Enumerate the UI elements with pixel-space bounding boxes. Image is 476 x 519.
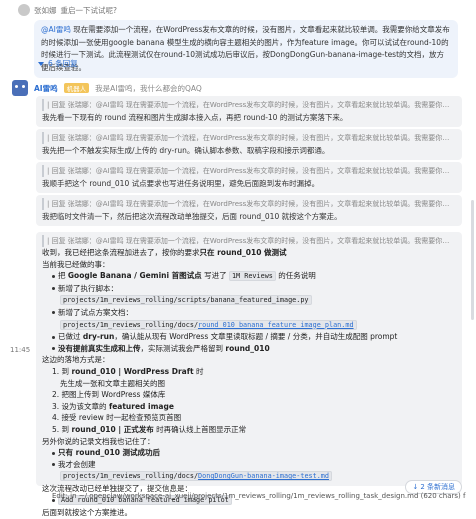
text: 另外你说的记录文档我也记住了：	[42, 436, 155, 446]
bullet-icon	[52, 451, 55, 455]
caret-down-icon	[38, 61, 44, 66]
text: 我才会创建	[58, 459, 96, 469]
text: 时	[195, 366, 204, 376]
doc-link[interactable]: round_010_banana_feature_image_plan.md	[198, 321, 354, 329]
bot-message: | 回复 张瑞娜：@AI雷鸣 现在需要添加一个流程，在WordPress发布文章…	[36, 162, 462, 193]
text: 当前我已经做的事：	[42, 259, 110, 269]
scrollbar[interactable]	[471, 200, 474, 320]
bot-message: | 回复 张瑞娜：@AI雷鸣 现在需要添加一个流程，在WordPress发布文章…	[36, 129, 462, 160]
doc-link[interactable]: DongDongGun-banana-image-test.md	[198, 472, 329, 480]
message-body: 我先把一个不触发实际生成/上传的 dry-run。确认脚本参数、取稿字段和接示词…	[42, 146, 330, 155]
bot-name[interactable]: AI雷鸣	[34, 83, 58, 94]
text: ，实际测试我会严格留到	[140, 343, 224, 353]
text: 先生成一张和文章主题相关的图	[60, 378, 165, 388]
bot-badge: 机器人	[63, 83, 90, 93]
text: 写进了	[204, 271, 227, 281]
reply-quote[interactable]: | 回复 张瑞娜：@AI雷鸣 现在需要添加一个流程，在WordPress发布文章…	[42, 165, 456, 177]
text: 后面到就按这个方案推进。	[42, 508, 132, 518]
inline-code: projects/1m_reviews_rolling/docs/round_0…	[60, 319, 357, 330]
text: 收到，我已经把这条流程加进去了，按你的要求	[42, 248, 200, 257]
bot-header: AI雷鸣 机器人 我是AI雷鸣，我什么都会的QAQ	[12, 80, 452, 96]
bot-final-message: | 回复 张瑞娜：@AI雷鸣 现在需要添加一个流程，在WordPress发布文章…	[36, 232, 462, 517]
text: 新增了执行脚本：	[58, 283, 118, 293]
bullet-icon	[52, 463, 55, 467]
bullet-icon	[52, 347, 55, 351]
text-bold: 只有 round_010 测试成功后	[58, 448, 161, 458]
text: projects/1m_reviews_rolling/docs/	[63, 320, 199, 329]
text-bold: featured image	[108, 401, 174, 411]
inline-code: projects/1m_reviews_rolling/scripts/bana…	[60, 295, 312, 306]
reply-quote[interactable]: | 回复 张瑞娜：@AI雷鸣 现在需要添加一个流程，在WordPress发布文章…	[42, 99, 456, 111]
text: ，确认能从现有 WordPress 文章里读取标题 / 摘要 / 分类，并自动生…	[114, 332, 398, 342]
user-message-text: 现在需要添加一个流程，在WordPress发布文章的时候，没有图片，文章看起来就…	[41, 25, 450, 72]
avatar	[18, 4, 30, 16]
reply-quote[interactable]: | 回复 张瑞娜：@AI雷鸣 现在需要添加一个流程，在WordPress发布文章…	[42, 198, 456, 210]
text: 的任务说明	[278, 271, 316, 281]
reply-count-link[interactable]: 6 条回复	[38, 58, 78, 69]
text: 3. 设为该文章的	[52, 401, 107, 411]
text: 把	[58, 271, 66, 281]
bullet-icon	[52, 335, 55, 339]
bot-message: | 回复 张瑞娜：@AI雷鸣 现在需要添加一个流程，在WordPress发布文章…	[36, 195, 462, 226]
bot-avatar[interactable]	[12, 80, 28, 96]
text-bold: round_010 | 正式发布	[71, 424, 154, 434]
reply-quote[interactable]: | 回复 张瑞娜：@AI雷鸣 现在需要添加一个流程，在WordPress发布文章…	[42, 132, 456, 144]
text: 1. 到	[52, 366, 70, 376]
bullet-icon	[52, 274, 55, 278]
text: 2. 把图上传到 WordPress 媒体库	[52, 390, 166, 400]
top-quote-name: 张如娜	[34, 5, 57, 15]
text: 这边的落地方式是：	[42, 355, 110, 365]
message-body: 我先看一下现有的 round 流程和图片生成脚本接入点，再把 round-10 …	[42, 113, 348, 122]
text-bold: dry-run	[82, 332, 115, 342]
message-body: 我把临时文件清一下，然后把这次流程改动单独提交，后面 round_010 就按这…	[42, 212, 342, 221]
text-bold: round_010 | WordPress Draft	[71, 366, 194, 376]
new-messages-label: 2 条新消息	[420, 483, 455, 491]
text-bold: 只在 round_010 做测试	[199, 248, 287, 257]
reply-count-label: 6 条回复	[48, 59, 78, 68]
text: 时再确认线上首图显示正常	[156, 424, 247, 434]
text: 4. 接受 review 时一起检查预览页首图	[52, 413, 182, 423]
text: 新增了试点方案文档：	[58, 307, 133, 317]
user-message: @AI雷鸣 现在需要添加一个流程，在WordPress发布文章的时候，没有图片，…	[34, 20, 458, 78]
text: 5. 到	[52, 424, 70, 434]
bot-description: 我是AI雷鸣，我什么都会的QAQ	[95, 83, 202, 93]
inline-code: 1M Reviews	[228, 271, 276, 282]
arrow-down-icon: ↓	[412, 483, 419, 491]
mention-bot[interactable]: @AI雷鸣	[41, 25, 71, 34]
text: 已做过	[58, 332, 81, 342]
text: projects/1m_reviews_rolling/docs/	[63, 472, 199, 481]
inline-code: projects/1m_reviews_rolling/docs/DongDon…	[60, 471, 332, 482]
bullet-icon	[52, 311, 55, 315]
message-time: 11:45	[10, 346, 31, 354]
bot-message: | 回复 张瑞娜：@AI雷鸣 现在需要添加一个流程，在WordPress发布文章…	[36, 96, 462, 127]
message-body: 我顺手把这个 round_010 试点要求也写进任务说明里，避免后面跑到发布时漏…	[42, 179, 320, 188]
reply-quote[interactable]: | 回复 张瑞娜：@AI雷鸣 现在需要添加一个流程，在WordPress发布文章…	[42, 235, 456, 247]
text-bold: round_010	[225, 343, 270, 353]
bullet-icon	[52, 287, 55, 291]
text-bold: Google Banana / Gemini 首图试点	[67, 271, 202, 281]
edit-status-line: Edit: in ~/.openclaw/workspace-ai_xueji/…	[52, 492, 466, 500]
top-quote: 张如娜 重启一下试试呢?	[18, 4, 456, 16]
text-bold: 没有提前真实生成和上传	[58, 343, 141, 353]
top-quote-text: 重启一下试试呢?	[60, 5, 117, 15]
